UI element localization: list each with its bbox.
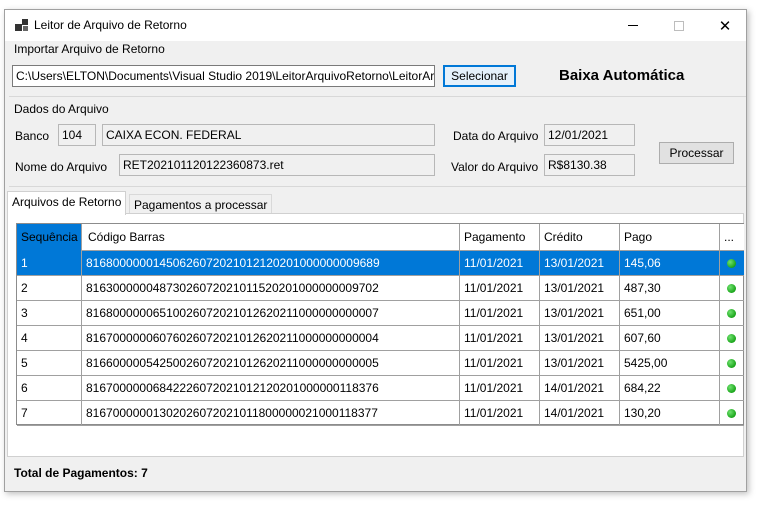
cell-sequence: 1 (17, 251, 82, 276)
cell-barcode: 8166000005425002607202101262021100000000… (82, 351, 460, 376)
file-value-field[interactable]: R$8130.38 (544, 154, 635, 176)
select-button[interactable]: Selecionar (443, 65, 516, 87)
cell-status (720, 401, 744, 426)
cell-sequence: 5 (17, 351, 82, 376)
cell-barcode: 8167000000130202607202101180000002100011… (82, 401, 460, 426)
cell-paid-amount: 487,30 (620, 276, 720, 301)
column-header-paid[interactable]: Pago (620, 224, 720, 251)
payments-grid[interactable]: Sequência Código Barras Pagamento Crédit… (16, 223, 744, 426)
close-icon: ✕ (718, 17, 732, 35)
cell-sequence: 7 (17, 401, 82, 426)
cell-paid-amount: 607,60 (620, 326, 720, 351)
cell-payment-date: 11/01/2021 (460, 401, 540, 426)
cell-status (720, 251, 744, 276)
status-ok-icon (727, 309, 736, 318)
cell-paid-amount: 684,22 (620, 376, 720, 401)
auto-settlement-heading: Baixa Automática (559, 67, 685, 84)
cell-barcode: 8167000000684222607202101212020100000011… (82, 376, 460, 401)
cell-status (720, 351, 744, 376)
column-header-status[interactable]: ... (720, 224, 744, 251)
cell-payment-date: 11/01/2021 (460, 251, 540, 276)
status-ok-icon (727, 359, 736, 368)
file-data-group-label: Dados do Arquivo (14, 102, 109, 116)
cell-paid-amount: 5425,00 (620, 351, 720, 376)
cell-payment-date: 11/01/2021 (460, 326, 540, 351)
cell-paid-amount: 651,00 (620, 301, 720, 326)
cell-sequence: 4 (17, 326, 82, 351)
divider (9, 186, 746, 187)
status-ok-icon (727, 384, 736, 393)
cell-credit-date: 13/01/2021 (540, 351, 620, 376)
status-ok-icon (727, 334, 736, 343)
divider (9, 96, 746, 97)
table-row[interactable]: 7 81670000001302026072021011800000021000… (17, 401, 744, 426)
cell-credit-date: 13/01/2021 (540, 251, 620, 276)
cell-payment-date: 11/01/2021 (460, 351, 540, 376)
cell-sequence: 2 (17, 276, 82, 301)
maximize-button[interactable] (656, 10, 702, 41)
cell-payment-date: 11/01/2021 (460, 376, 540, 401)
column-header-sequence[interactable]: Sequência (17, 224, 82, 251)
bank-name-field[interactable]: CAIXA ECON. FEDERAL (102, 124, 435, 146)
cell-credit-date: 13/01/2021 (540, 276, 620, 301)
cell-status (720, 326, 744, 351)
cell-sequence: 6 (17, 376, 82, 401)
status-ok-icon (727, 259, 736, 268)
cell-payment-date: 11/01/2021 (460, 301, 540, 326)
file-path-input[interactable]: C:\Users\ELTON\Documents\Visual Studio 2… (12, 65, 435, 87)
window-title: Leitor de Arquivo de Retorno (34, 18, 187, 32)
status-ok-icon (727, 409, 736, 418)
title-bar[interactable]: Leitor de Arquivo de Retorno ✕ (5, 10, 746, 41)
app-icon (15, 19, 29, 32)
tab-panel: Sequência Código Barras Pagamento Crédit… (7, 213, 744, 457)
cell-sequence: 3 (17, 301, 82, 326)
file-date-label: Data do Arquivo (453, 129, 539, 143)
table-row[interactable]: 5 81660000054250026072021012620211000000… (17, 351, 744, 376)
cell-credit-date: 14/01/2021 (540, 376, 620, 401)
cell-barcode: 8168000000145062607202101212020100000000… (82, 251, 460, 276)
cell-status (720, 276, 744, 301)
cell-payment-date: 11/01/2021 (460, 276, 540, 301)
cell-paid-amount: 145,06 (620, 251, 720, 276)
table-row[interactable]: 3 81680000006510026072021012620211000000… (17, 301, 744, 326)
cell-credit-date: 13/01/2021 (540, 326, 620, 351)
minimize-button[interactable] (610, 10, 656, 41)
import-group-label: Importar Arquivo de Retorno (14, 42, 165, 56)
table-row[interactable]: 4 81670000006076026072021012620211000000… (17, 326, 744, 351)
table-row[interactable]: 1 81680000001450626072021012120201000000… (17, 251, 744, 276)
cell-barcode: 8163000000487302607202101152020100000000… (82, 276, 460, 301)
status-ok-icon (727, 284, 736, 293)
cell-barcode: 8167000000607602607202101262021100000000… (82, 326, 460, 351)
bank-code-field[interactable]: 104 (58, 124, 96, 146)
file-name-field[interactable]: RET202101120122360873.ret (119, 154, 435, 176)
table-row[interactable]: 6 81670000006842226072021012120201000000… (17, 376, 744, 401)
minimize-icon (628, 25, 638, 26)
column-header-barcode[interactable]: Código Barras (82, 224, 460, 251)
maximize-icon (674, 20, 684, 31)
tab-return-files[interactable]: Arquivos de Retorno (7, 191, 127, 215)
total-payments-label: Total de Pagamentos: 7 (14, 466, 148, 480)
main-window: Leitor de Arquivo de Retorno ✕ Importar … (4, 9, 747, 492)
column-header-credit[interactable]: Crédito (540, 224, 620, 251)
grid-header: Sequência Código Barras Pagamento Crédit… (17, 224, 744, 251)
file-value-label: Valor do Arquivo (451, 160, 539, 174)
cell-barcode: 8168000000651002607202101262021100000000… (82, 301, 460, 326)
tab-payments-to-process[interactable]: Pagamentos a processar (129, 194, 273, 215)
cell-status (720, 376, 744, 401)
file-name-label: Nome do Arquivo (15, 160, 108, 174)
bank-label: Banco (15, 129, 50, 143)
table-row[interactable]: 2 81630000004873026072021011520201000000… (17, 276, 744, 301)
close-button[interactable]: ✕ (702, 10, 748, 41)
cell-credit-date: 13/01/2021 (540, 301, 620, 326)
cell-status (720, 301, 744, 326)
process-button[interactable]: Processar (659, 142, 734, 164)
cell-paid-amount: 130,20 (620, 401, 720, 426)
cell-credit-date: 14/01/2021 (540, 401, 620, 426)
column-header-payment[interactable]: Pagamento (460, 224, 540, 251)
file-date-field[interactable]: 12/01/2021 (544, 124, 635, 146)
